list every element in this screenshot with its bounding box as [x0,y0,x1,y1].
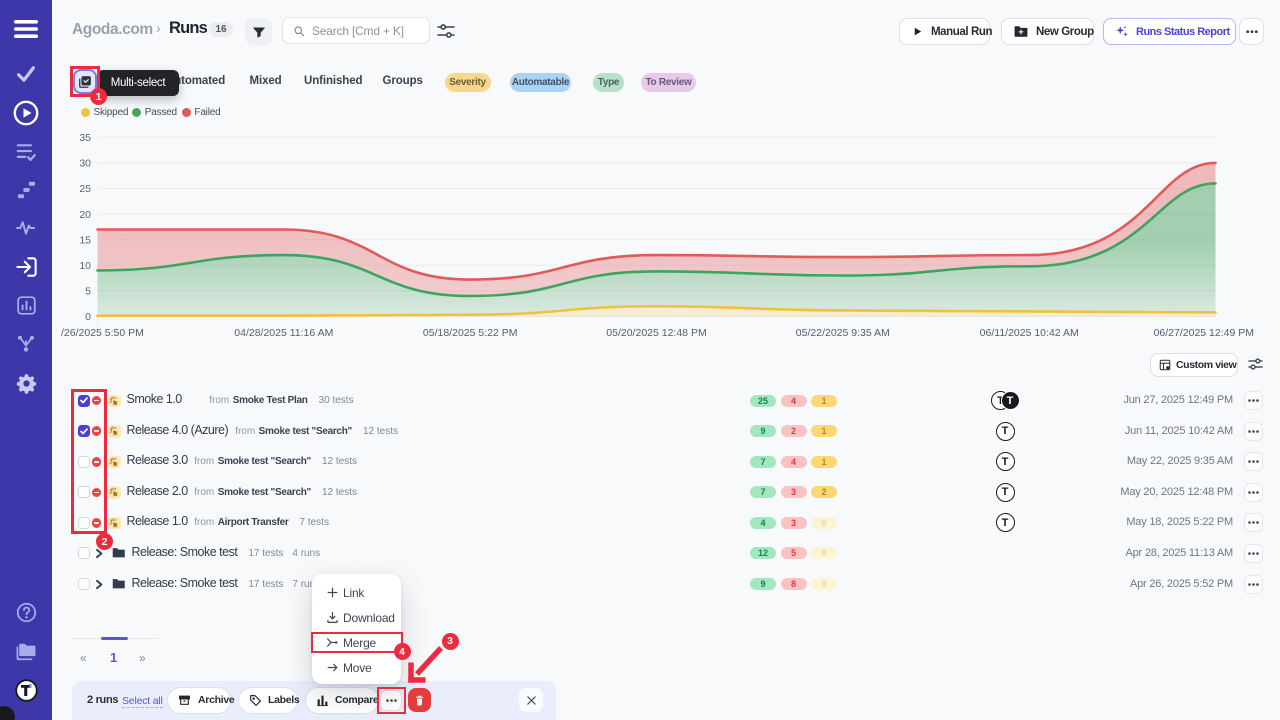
svg-text:35: 35 [79,132,91,144]
svg-text:06/27/2025 12:49 PM: 06/27/2025 12:49 PM [1154,327,1254,339]
svg-text:20: 20 [79,209,91,221]
svg-text:05/20/2025 12:48 PM: 05/20/2025 12:48 PM [606,327,706,339]
svg-text:5: 5 [85,286,91,298]
svg-text:/26/2025 5:50 PM: /26/2025 5:50 PM [61,327,144,339]
svg-text:0: 0 [85,311,91,323]
svg-text:06/11/2025 10:42 AM: 06/11/2025 10:42 AM [980,327,1079,339]
svg-text:05/18/2025 5:22 PM: 05/18/2025 5:22 PM [423,327,518,339]
svg-text:04/28/2025 11:16 AM: 04/28/2025 11:16 AM [234,327,333,339]
svg-text:15: 15 [79,234,91,246]
svg-text:25: 25 [79,183,91,195]
svg-text:30: 30 [79,158,91,170]
svg-text:10: 10 [79,260,91,272]
svg-text:05/22/2025 9:35 AM: 05/22/2025 9:35 AM [796,327,890,339]
